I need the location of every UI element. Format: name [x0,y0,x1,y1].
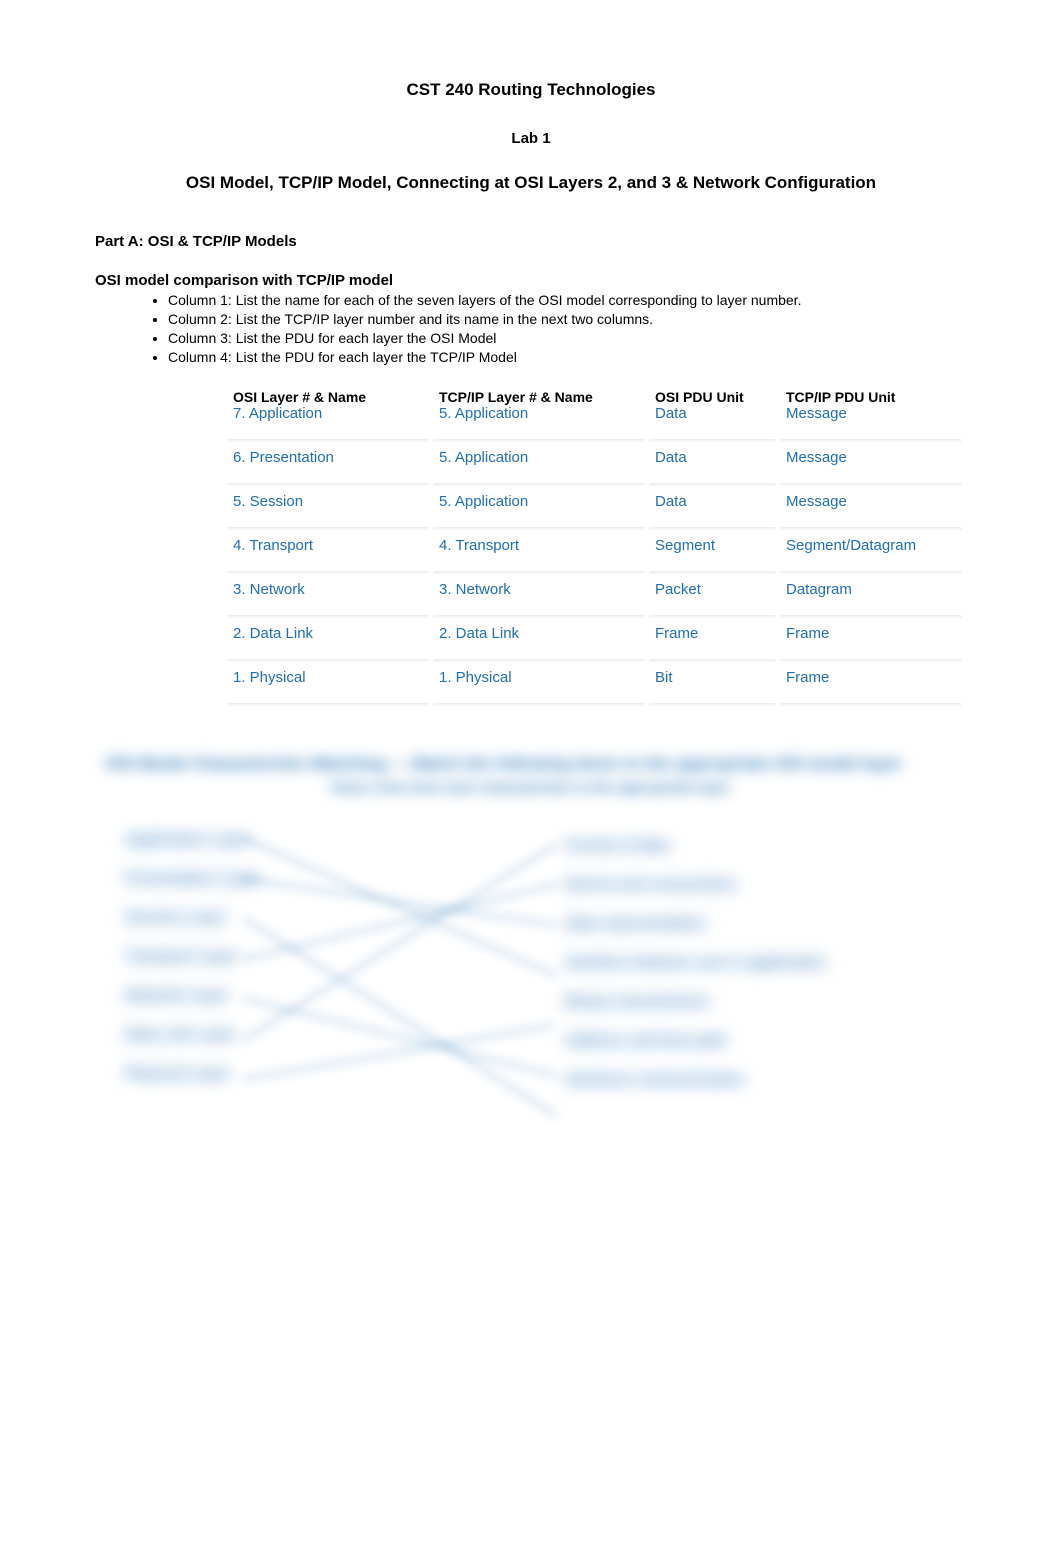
document-subtitle: OSI Model, TCP/IP Model, Connecting at O… [95,173,967,193]
matching-lines [235,825,575,1165]
column-desc-item: Column 3: List the PDU for each layer th… [168,329,967,348]
match-right-item: Interface between user & application [565,954,826,971]
cell-tcp: 5. Application [431,493,647,537]
cell-tpdu: Frame [778,625,964,669]
table-header-opdu: OSI PDU Unit [647,385,778,405]
cell-tcp: 4. Transport [431,537,647,581]
cell-tcp: 2. Data Link [431,625,647,669]
cell-opdu: Frame [647,625,778,669]
table-header-tcp: TCP/IP Layer # & Name [431,385,647,405]
blurred-subheading: Draw a line from each characteristic to … [95,779,967,795]
cell-opdu: Data [647,405,778,449]
cell-osi: 7. Application [225,405,431,449]
match-left-item: Physical Layer [125,1065,260,1082]
cell-opdu: Bit [647,669,778,713]
part-a-heading: Part A: OSI & TCP/IP Models [95,233,967,250]
cell-osi: 5. Session [225,493,431,537]
match-right-item: Address and best path [565,1032,826,1049]
cell-tcp: 1. Physical [431,669,647,713]
cell-tpdu: Message [778,405,964,449]
match-left-item: Session Layer [125,909,260,926]
cell-osi: 3. Network [225,581,431,625]
column-description-list: Column 1: List the name for each of the … [150,291,967,367]
course-title: CST 240 Routing Technologies [95,80,967,100]
cell-tpdu: Message [778,449,964,493]
match-right-item: End-to-end connections [565,876,826,893]
cell-opdu: Segment [647,537,778,581]
blurred-section: OSI Model Characteristic Matching — Matc… [95,753,967,1183]
cell-tpdu: Datagram [778,581,964,625]
lab-title: Lab 1 [95,130,967,147]
match-right-item: Interhost communication [565,1071,826,1088]
cell-tpdu: Segment/Datagram [778,537,964,581]
cell-opdu: Data [647,449,778,493]
column-desc-item: Column 1: List the name for each of the … [168,291,967,310]
table-header-tpdu: TCP/IP PDU Unit [778,385,964,405]
cell-tcp: 5. Application [431,405,647,449]
match-left-item: Transport Layer [125,948,260,965]
cell-tcp: 3. Network [431,581,647,625]
cell-osi: 6. Presentation [225,449,431,493]
column-desc-item: Column 4: List the PDU for each layer th… [168,348,967,367]
cell-opdu: Data [647,493,778,537]
cell-tpdu: Frame [778,669,964,713]
cell-osi: 4. Transport [225,537,431,581]
match-left-item: Presentation Layer [125,870,260,887]
comparison-heading: OSI model comparison with TCP/IP model [95,272,967,289]
match-left-item: Data Link Layer [125,1026,260,1043]
cell-opdu: Packet [647,581,778,625]
cell-tpdu: Message [778,493,964,537]
table-header-osi: OSI Layer # & Name [225,385,431,405]
match-left-item: Application Layer [125,831,260,848]
cell-osi: 1. Physical [225,669,431,713]
matching-area: Application Layer Presentation Layer Ses… [95,831,967,1151]
match-left-item: Network Layer [125,987,260,1004]
match-right-item: Data representation [565,915,826,932]
match-right-item: Binary transmission [565,993,826,1010]
cell-tcp: 5. Application [431,449,647,493]
blurred-heading: OSI Model Characteristic Matching — Matc… [95,753,967,775]
column-desc-item: Column 2: List the TCP/IP layer number a… [168,310,967,329]
osi-tcpip-table: OSI Layer # & Name TCP/IP Layer # & Name… [225,385,964,713]
cell-osi: 2. Data Link [225,625,431,669]
match-right-item: Format of data [565,837,826,854]
